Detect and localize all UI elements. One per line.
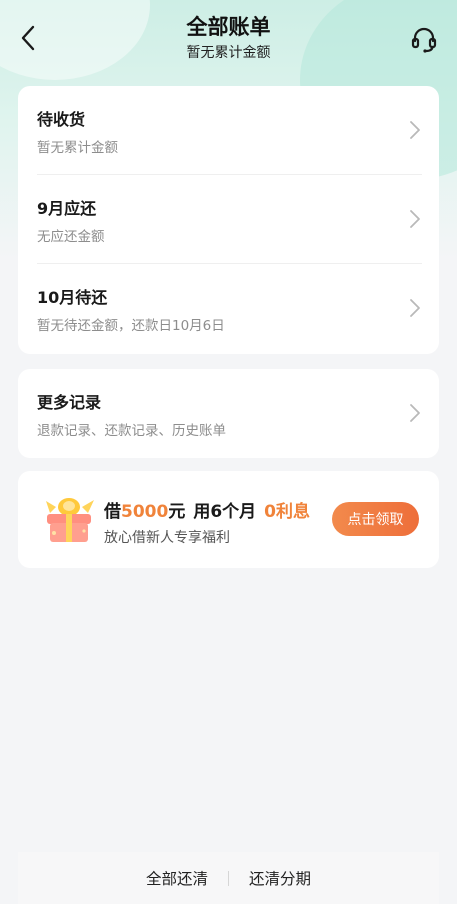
page-subtitle: 暂无累计金额 bbox=[186, 45, 271, 61]
records-sub: 退款记录、还款记录、历史账单 bbox=[37, 423, 226, 439]
bill-item-sub: 无应还金额 bbox=[37, 229, 105, 245]
headset-icon bbox=[411, 27, 437, 53]
pay-installment-button[interactable]: 还清分期 bbox=[229, 867, 331, 889]
promo-amount: 5000 bbox=[121, 502, 169, 522]
promo-card[interactable]: 借5000元 用6个月 0利息 放心借新人专享福利 点击领取 bbox=[18, 471, 439, 568]
records-label: 更多记录 bbox=[37, 393, 102, 412]
claim-button[interactable]: 点击领取 bbox=[332, 502, 419, 536]
promo-unit: 元 bbox=[168, 502, 186, 522]
chevron-right-icon bbox=[410, 121, 420, 139]
bill-item-sub: 暂无待还金额，还款日10月6日 bbox=[37, 318, 225, 334]
bottom-action-bar: 全部还清 还清分期 bbox=[18, 852, 439, 904]
chevron-right-icon bbox=[410, 404, 420, 422]
bill-list-card: 待收货 暂无累计金额 9月应还 无应还金额 10月待还 暂无待还金额，还款日10… bbox=[18, 86, 439, 354]
page-title: 全部账单 bbox=[186, 15, 271, 39]
bill-item-label: 10月待还 bbox=[37, 288, 108, 307]
promo-term: 用6个月 bbox=[193, 502, 257, 522]
promo-subtitle: 放心借新人专享福利 bbox=[104, 530, 230, 546]
records-card[interactable]: 更多记录 退款记录、还款记录、历史账单 bbox=[18, 369, 439, 458]
bill-item-label: 待收货 bbox=[37, 110, 86, 129]
pay-all-button[interactable]: 全部还清 bbox=[126, 867, 228, 889]
bill-item-september-due[interactable]: 9月应还 无应还金额 bbox=[18, 175, 439, 264]
gift-box-icon bbox=[46, 498, 94, 542]
promo-interest: 0利息 bbox=[264, 502, 311, 522]
bill-item-label: 9月应还 bbox=[37, 199, 97, 218]
header: 全部账单 暂无累计金额 bbox=[0, 0, 457, 78]
more-records-item[interactable]: 更多记录 退款记录、还款记录、历史账单 bbox=[18, 369, 439, 458]
bill-item-pending-receipt[interactable]: 待收货 暂无累计金额 bbox=[18, 86, 439, 175]
promo-prefix: 借 bbox=[104, 502, 121, 522]
promo-headline: 借5000元 用6个月 0利息 bbox=[104, 497, 310, 522]
bill-item-sub: 暂无累计金额 bbox=[37, 140, 118, 156]
chevron-right-icon bbox=[410, 210, 420, 228]
bill-item-october-pending[interactable]: 10月待还 暂无待还金额，还款日10月6日 bbox=[18, 264, 439, 353]
customer-service-button[interactable] bbox=[408, 24, 440, 56]
chevron-right-icon bbox=[410, 299, 420, 317]
